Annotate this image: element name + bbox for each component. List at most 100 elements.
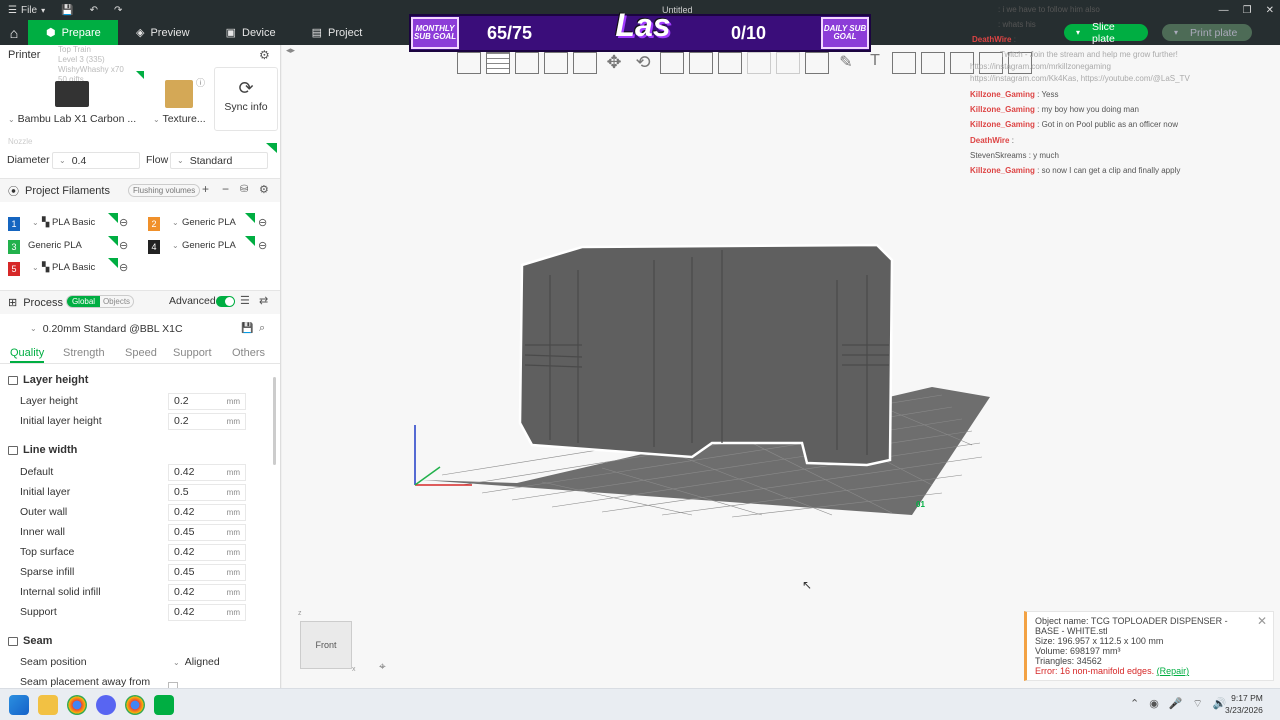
support-width-input[interactable]: 0.42 mm: [168, 603, 246, 621]
compare-icon[interactable]: ⇄: [259, 294, 268, 307]
slice-plate-button[interactable]: ▾ Slice plate: [1064, 21, 1148, 45]
home-icon[interactable]: ⌂: [0, 20, 28, 45]
close-icon[interactable]: ✕: [1257, 615, 1267, 627]
daily-sub-goal-badge: DAILY SUB GOAL: [821, 17, 869, 49]
tab-project[interactable]: ▤ Project: [294, 20, 381, 45]
default-width-input[interactable]: 0.42 mm: [168, 463, 246, 481]
windows-icon[interactable]: [9, 694, 29, 715]
remove-filament-icon[interactable]: ⊖: [119, 261, 128, 274]
undo-icon[interactable]: ↶: [82, 5, 106, 16]
bambu-logo-icon: ▚: [42, 262, 50, 273]
file-explorer-icon[interactable]: [38, 694, 58, 715]
diameter-select[interactable]: ⌄ 0.4: [52, 152, 140, 169]
chrome-icon[interactable]: [125, 694, 145, 715]
tab-speed[interactable]: Speed: [125, 347, 157, 359]
object-triangles: Triangles: 34562: [1035, 656, 1102, 666]
sync-info-button[interactable]: ⟳ Sync info: [214, 67, 278, 131]
param-seam-position: Seam position ⌄ Aligned: [0, 652, 270, 672]
tab-others[interactable]: Others: [232, 347, 265, 359]
global-option[interactable]: Global: [67, 296, 100, 307]
top-surface-input[interactable]: 0.42 mm: [168, 543, 246, 561]
print-plate-button[interactable]: ▾ Print plate: [1162, 24, 1252, 41]
initial-layer-height-input[interactable]: 0.2 mm: [168, 412, 246, 430]
tab-preview[interactable]: ◈ Preview: [118, 20, 208, 45]
gear-icon[interactable]: ⚙: [259, 183, 269, 196]
cube-icon: ⬢: [46, 27, 56, 39]
tab-quality[interactable]: Quality: [10, 347, 45, 363]
sparse-infill-input[interactable]: 0.45 mm: [168, 563, 246, 581]
bambu-studio-icon[interactable]: [154, 694, 174, 715]
chat-message: Twitch - Join the stream and help me gro…: [1000, 50, 1178, 59]
plate-number-label: 01: [916, 500, 925, 509]
filament-number: 1: [8, 217, 20, 231]
chevron-down-icon: ▾: [1076, 28, 1081, 37]
process-preset-select[interactable]: ⌄ 0.20mm Standard @BBL X1C: [24, 320, 236, 337]
flushing-volumes-button[interactable]: Flushing volumes: [128, 184, 201, 197]
tray-overflow-icon[interactable]: ⌃: [1130, 697, 1139, 711]
inner-wall-input[interactable]: 0.45 mm: [168, 523, 246, 541]
system-tray: ⌃ ◉ 🎤 ⌔ 🔊: [1130, 697, 1227, 711]
save-icon[interactable]: 💾: [53, 5, 81, 16]
flow-label: Flow: [146, 154, 169, 166]
param-initial-layer-height: Initial layer height 0.2 mm: [0, 411, 270, 431]
remove-filament-icon[interactable]: ⊖: [119, 239, 128, 252]
advanced-toggle[interactable]: [216, 296, 235, 307]
printer-model-select[interactable]: ⌄ Bambu Lab X1 Carbon ...: [8, 113, 136, 125]
layer-height-input[interactable]: 0.2 mm: [168, 392, 246, 410]
param-seam-placement: Seam placement away from: [0, 672, 270, 688]
windows-taskbar: ⌃ ◉ 🎤 ⌔ 🔊 9:17 PM 3/23/2026: [0, 688, 1280, 720]
wifi-icon[interactable]: ⌔: [1193, 697, 1203, 711]
clock[interactable]: 9:17 PM 3/23/2026: [1225, 692, 1263, 716]
plate-type-select[interactable]: ⌄ Texture...: [153, 113, 206, 125]
initial-layer-width-input[interactable]: 0.5 mm: [168, 483, 246, 501]
maximize-icon[interactable]: ❐: [1243, 5, 1252, 16]
steam-icon[interactable]: ◉: [1149, 697, 1159, 711]
chrome-icon[interactable]: [67, 694, 87, 715]
repair-link[interactable]: (Repair): [1157, 666, 1190, 676]
flow-select[interactable]: ⌄ Standard: [170, 152, 268, 169]
list-icon[interactable]: ☰: [240, 294, 250, 307]
param-support: Support 0.42 mm: [0, 602, 270, 622]
global-objects-toggle[interactable]: Global Objects: [66, 295, 134, 308]
ams-icon[interactable]: ⛁: [240, 184, 248, 195]
selected-model[interactable]: [518, 243, 894, 467]
param-layer-height: Layer height 0.2 mm: [0, 391, 270, 411]
line-width-group: Line width: [8, 444, 77, 456]
minimize-icon[interactable]: —: [1219, 5, 1229, 16]
close-icon[interactable]: ✕: [1266, 5, 1274, 16]
add-icon[interactable]: +: [202, 182, 209, 196]
filament-name: ▚ PLA Basic: [42, 262, 96, 273]
filament-name: Generic PLA: [182, 217, 236, 228]
filament-sync-corner: [108, 258, 118, 268]
3d-viewport[interactable]: ◂▸ ✥ ⟲ ✎ T 01 Front z x ⌖ ↖: [282, 45, 1280, 688]
save-preset-icon[interactable]: 💾: [241, 323, 253, 334]
redo-icon[interactable]: ↷: [106, 5, 130, 16]
tab-prepare[interactable]: ⬢ Prepare: [28, 20, 118, 45]
object-info-panel: ✕ Object name: TCG TOPLOADER DISPENSER -…: [1024, 611, 1274, 681]
chevron-down-icon: ⌄: [59, 156, 66, 165]
daily-count: 0/10: [731, 22, 767, 43]
view-cube[interactable]: Front: [300, 621, 352, 669]
microphone-icon[interactable]: 🎤: [1169, 697, 1183, 711]
outer-wall-input[interactable]: 0.42 mm: [168, 503, 246, 521]
tab-support[interactable]: Support: [173, 347, 212, 359]
remove-filament-icon[interactable]: ⊖: [258, 216, 267, 229]
discord-icon[interactable]: [96, 694, 116, 715]
search-icon[interactable]: ⌕: [259, 322, 265, 335]
tab-device[interactable]: ▣ Device: [208, 20, 294, 45]
panel-scrollbar[interactable]: [273, 377, 276, 465]
remove-icon[interactable]: −: [222, 182, 229, 196]
objects-option[interactable]: Objects: [100, 296, 133, 307]
remove-filament-icon[interactable]: ⊖: [258, 239, 267, 252]
param-initial-layer: Initial layer 0.5 mm: [0, 482, 270, 502]
layers-icon: ◈: [136, 27, 145, 39]
fit-view-icon[interactable]: ⌖: [379, 659, 386, 674]
gear-icon[interactable]: ⚙: [259, 48, 270, 62]
tab-strength[interactable]: Strength: [63, 347, 105, 359]
file-menu[interactable]: ☰ File ▾: [0, 5, 53, 16]
filament-number: 3: [8, 240, 20, 254]
internal-solid-infill-input[interactable]: 0.42 mm: [168, 583, 246, 601]
seam-position-select[interactable]: ⌄ Aligned: [168, 654, 246, 671]
remove-filament-icon[interactable]: ⊖: [119, 216, 128, 229]
info-icon[interactable]: ⓘ: [196, 76, 205, 89]
